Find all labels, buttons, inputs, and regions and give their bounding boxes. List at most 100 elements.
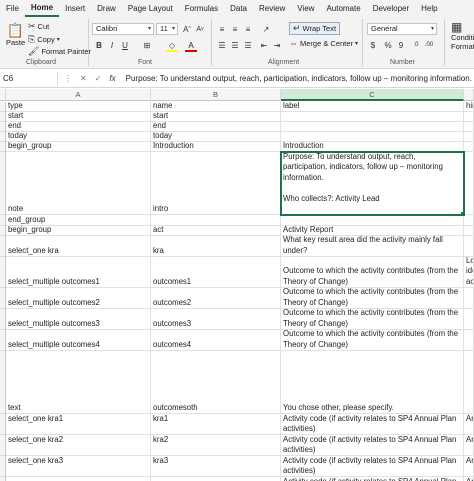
align-center-icon[interactable]: ☰ <box>229 39 241 51</box>
cell-d[interactable] <box>464 309 474 330</box>
menu-automate[interactable]: Automate <box>320 0 366 17</box>
cell-c[interactable]: Outcome to which the activity contribute… <box>281 309 464 330</box>
menu-draw[interactable]: Draw <box>91 0 122 17</box>
align-right-icon[interactable]: ☰ <box>242 39 254 51</box>
cell-b[interactable]: kra3 <box>151 456 281 477</box>
underline-button[interactable]: U <box>119 39 131 51</box>
formula-input[interactable]: Purpose: To understand output, reach, pa… <box>122 74 472 83</box>
more-icon[interactable]: ⋮ <box>64 74 72 83</box>
wrap-text-button[interactable]: ↵ Wrap Text <box>289 22 341 35</box>
cell-b[interactable]: outcomes1 <box>151 257 281 288</box>
cell-d[interactable] <box>464 142 474 152</box>
column-header-d[interactable] <box>464 89 474 101</box>
cell-c[interactable]: Activity code (if activity relates to SP… <box>281 477 464 481</box>
align-top-icon[interactable]: ≡ <box>216 23 228 35</box>
cell-d[interactable]: Ar <box>464 477 474 481</box>
cell-a[interactable]: end <box>6 122 151 132</box>
cell-d[interactable] <box>464 236 474 257</box>
cell-c[interactable] <box>281 215 464 226</box>
cell-c[interactable] <box>281 132 464 142</box>
cell-a[interactable]: select_one kra2 <box>6 435 151 456</box>
cell-c[interactable]: Introduction <box>281 142 464 152</box>
menu-review[interactable]: Review <box>253 0 291 17</box>
grow-font-icon[interactable]: A ^ <box>181 23 193 35</box>
cell-d[interactable] <box>464 226 474 236</box>
cell-a[interactable]: select_multiple outcomes4 <box>6 330 151 351</box>
fill-handle[interactable] <box>460 211 463 214</box>
cell-b[interactable]: start <box>151 112 281 122</box>
cell-d[interactable]: Ar <box>464 456 474 477</box>
confirm-icon[interactable]: ✓ <box>95 74 102 83</box>
cell-a[interactable]: begin_group <box>6 142 151 152</box>
cell-b[interactable]: today <box>151 132 281 142</box>
cell-b[interactable]: kra <box>151 236 281 257</box>
align-bottom-icon[interactable]: ≡ <box>242 23 254 35</box>
cell-a[interactable]: type <box>6 102 151 112</box>
menu-view[interactable]: View <box>291 0 320 17</box>
align-middle-icon[interactable]: ≡ <box>229 23 241 35</box>
cell-d[interactable]: Loo ide act <box>464 257 474 288</box>
cell-a[interactable]: select_one kra3 <box>6 456 151 477</box>
cell-b[interactable] <box>151 215 281 226</box>
cell-d[interactable]: Ar <box>464 414 474 435</box>
cell-a[interactable] <box>6 477 151 481</box>
cell-a[interactable]: select_one kra <box>6 236 151 257</box>
function-icon[interactable]: fx <box>109 74 115 83</box>
conditional-formatting-button[interactable]: ▦ Conditi Formatt <box>451 21 474 51</box>
menu-help[interactable]: Help <box>415 0 443 17</box>
menu-data[interactable]: Data <box>224 0 253 17</box>
cell-d[interactable] <box>464 122 474 132</box>
cell-c[interactable]: Purpose: To understand output, reach, pa… <box>280 151 465 216</box>
cancel-icon[interactable]: ✕ <box>80 74 87 83</box>
format-painter-button[interactable]: 🖌 Format Painter <box>28 47 91 57</box>
paste-button[interactable]: 📋 Paste <box>6 23 25 47</box>
increase-indent-icon[interactable]: ⇥ <box>271 39 283 51</box>
cell-b[interactable]: outcomes2 <box>151 288 281 309</box>
cell-c[interactable]: Activity code (if activity relates to SP… <box>281 435 464 456</box>
menu-page-layout[interactable]: Page Layout <box>122 0 179 17</box>
cell-d[interactable] <box>464 330 474 351</box>
cell-c[interactable]: label <box>281 102 464 112</box>
cell-c[interactable]: Outcome to which the activity contribute… <box>281 257 464 288</box>
cell-b[interactable]: outcomes4 <box>151 330 281 351</box>
shrink-font-icon[interactable]: Av <box>194 23 206 35</box>
copy-button[interactable]: ⎘ Copy ▾ <box>28 35 60 45</box>
decrease-decimal-icon[interactable]: .00 <box>423 39 435 51</box>
cell-a[interactable]: select_one kra1 <box>6 414 151 435</box>
cut-button[interactable]: ✂ Cut <box>28 22 49 32</box>
cell-a[interactable]: end_group <box>6 215 151 226</box>
cell-b[interactable]: kra1 <box>151 414 281 435</box>
number-format-select[interactable]: General ▾ <box>367 23 437 35</box>
cell-d[interactable] <box>464 288 474 309</box>
name-box[interactable]: C6 <box>0 71 58 86</box>
cell-b[interactable]: outcomes3 <box>151 309 281 330</box>
currency-button[interactable]: $ <box>367 39 379 51</box>
menu-home[interactable]: Home <box>24 0 60 17</box>
cell-b[interactable]: Introduction <box>151 142 281 152</box>
cell-b[interactable]: kra2 <box>151 435 281 456</box>
cell-a[interactable]: begin_group <box>6 226 151 236</box>
comma-button[interactable]: 9 <box>395 39 407 51</box>
cell-c[interactable] <box>281 112 464 122</box>
borders-icon[interactable]: ⊞ <box>141 39 153 51</box>
percent-button[interactable]: % <box>382 39 394 51</box>
orientation-icon[interactable]: ↗ <box>260 23 272 35</box>
cell-a[interactable]: text <box>6 351 151 414</box>
menu-developer[interactable]: Developer <box>367 0 415 17</box>
cell-b[interactable]: intro <box>151 152 281 215</box>
column-header-c[interactable]: C <box>281 89 464 101</box>
cell-a[interactable]: select_multiple outcomes1 <box>6 257 151 288</box>
menu-file[interactable]: File <box>0 0 25 17</box>
cell-b[interactable]: outcomesoth <box>151 351 281 414</box>
decrease-indent-icon[interactable]: ⇤ <box>258 39 270 51</box>
cell-c[interactable]: Activity Report <box>281 226 464 236</box>
cell-d[interactable]: Ar <box>464 435 474 456</box>
cell-a[interactable]: select_multiple outcomes2 <box>6 288 151 309</box>
cell-c[interactable]: You chose other, please specify. <box>281 351 464 414</box>
column-header-b[interactable]: B <box>151 89 281 101</box>
cell-d[interactable] <box>464 112 474 122</box>
cell-c[interactable]: Activity code (if activity relates to SP… <box>281 414 464 435</box>
column-header-a[interactable]: A <box>6 89 151 101</box>
cell-a[interactable]: today <box>6 132 151 142</box>
menu-insert[interactable]: Insert <box>59 0 91 17</box>
